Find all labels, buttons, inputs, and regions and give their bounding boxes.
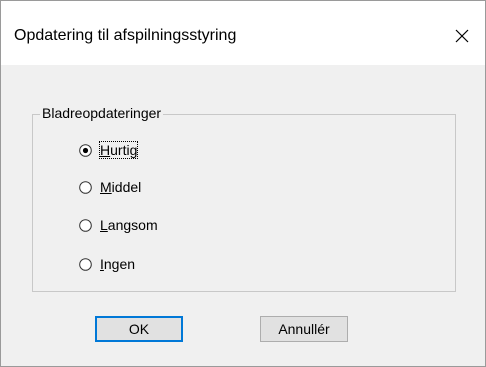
radio-ingen[interactable]: Ingen [79,255,135,273]
mnemonic-h: H [100,142,111,158]
radio-hurtig[interactable]: Hurtig [79,141,139,159]
radio-label-langsom: Langsom [100,217,158,233]
mnemonic-m: M [100,179,112,195]
label-rest-middel: iddel [111,179,142,195]
radio-label-middel: Middel [100,179,141,195]
mnemonic-l: L [100,217,108,233]
radio-selected-icon[interactable] [79,143,92,157]
radio-unselected-icon[interactable] [79,180,92,194]
dialog-window: Opdatering til afspilningsstyring Bladre… [0,0,486,367]
close-icon [455,29,469,43]
radio-label-ingen: Ingen [100,256,135,272]
radio-label-hurtig: Hurtig [98,141,139,159]
ok-button[interactable]: OK [95,316,183,342]
radio-unselected-icon[interactable] [79,257,92,271]
label-rest-langsom: angsom [107,217,158,233]
dialog-title: Opdatering til afspilningsstyring [14,27,237,44]
label-rest-ingen: ngen [103,256,136,272]
close-button[interactable] [439,19,485,55]
title-bar: Opdatering til afspilningsstyring [1,1,485,65]
radio-unselected-icon[interactable] [79,218,92,232]
cancel-button[interactable]: Annullér [260,316,348,342]
groupbox-label: Bladreopdateringer [40,105,164,121]
radio-middel[interactable]: Middel [79,178,141,196]
label-rest-hurtig: urtig [110,142,138,158]
radio-langsom[interactable]: Langsom [79,216,158,234]
